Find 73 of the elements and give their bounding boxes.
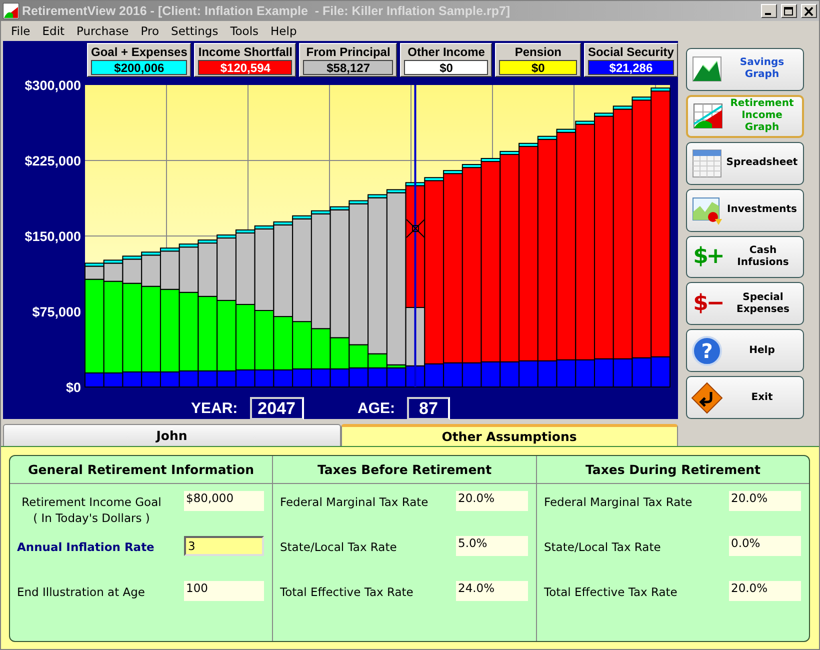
legend-label: Income Shortfall [198,45,292,59]
legend-value: $21,286 [588,60,674,75]
input-field[interactable]: $80,000 [184,491,264,511]
field-label: State/Local Tax Rate [544,539,662,554]
nav-button[interactable]: $− Special Expenses [686,282,804,326]
window-title: RetirementView 2016 - [Client: Inflation Example - File: Killer Inflation Sample.rp7] [22,4,512,18]
maximize-icon [784,6,794,16]
legend-label: Goal + Expenses [91,45,188,59]
legend-value: $0 [499,60,577,75]
menu-item[interactable]: Purchase [70,24,135,38]
menu-item[interactable]: Tools [224,24,265,38]
axis-label: $75,000 [32,304,81,320]
field-label: Total Effective Tax Rate [544,584,678,599]
nav-button[interactable]: Investments [686,188,804,232]
age-value: 87 [407,396,450,420]
input-field[interactable]: 100 [184,581,264,601]
dollar-sign-icon: $− [691,291,725,316]
close-icon [804,6,814,16]
section-heading: General Retirement Information [10,456,272,484]
legend-value: $200,006 [91,60,188,75]
exit-sign-icon [691,382,723,414]
minimize-button[interactable] [761,4,777,18]
field-label: Federal Marginal Tax Rate [280,494,430,509]
tab[interactable]: Other Assumptions [340,424,678,446]
field-note: ( In Today's Dollars ) [33,510,150,525]
axis-label: $0 [66,380,81,395]
field-label: Annual Inflation Rate [17,539,156,554]
input-field[interactable]: 20.0% [456,491,528,511]
input-field[interactable]: 0.0% [729,536,801,556]
axis-label: $225,000 [24,154,81,168]
maximize-button[interactable] [781,4,797,18]
axis-label: $150,000 [24,229,81,244]
legend-label: Other Income [408,45,485,59]
close-button[interactable] [801,4,817,18]
year-value: 2047 [250,396,304,420]
spreadsheet-icon [691,147,723,180]
year-label: YEAR: [191,400,238,416]
menu-item[interactable]: Settings [165,24,224,38]
tab[interactable]: John [3,424,340,446]
field-label: State/Local Tax Rate [280,539,398,554]
axis-label: $300,000 [24,78,81,93]
help-icon: ? [691,334,723,367]
legend-value: $120,594 [198,60,292,75]
input-field[interactable]: 20.0% [729,491,801,511]
field-label: Retirement Income Goal [22,494,162,509]
input-field[interactable]: 5.0% [456,536,528,556]
menu-item[interactable]: Edit [36,24,71,38]
input-field[interactable]: 20.0% [729,581,801,601]
minimize-icon [765,12,771,14]
app-icon [3,3,19,19]
nav-button[interactable]: Spreadsheet [686,142,804,185]
field-label: Federal Marginal Tax Rate [544,494,694,509]
legend-label: Social Security [588,45,674,59]
section-heading: Taxes Before Retirement [273,456,536,484]
input-field[interactable]: 24.0% [456,581,528,601]
field-label: End Illustration at Age [17,584,146,599]
section-heading: Taxes During Retirement [537,456,809,484]
menu-item[interactable]: Pro [134,24,166,38]
menu-item[interactable]: File [5,24,36,38]
input-field[interactable]: 3 [184,536,264,556]
menu-item[interactable]: Help [264,24,303,38]
nav-button[interactable]: Exit [686,376,804,420]
crosshair-icon [406,218,425,238]
dollar-sign-icon: $+ [691,244,725,270]
nav-button[interactable]: ? Help [686,329,804,372]
legend-value: $0 [404,60,488,75]
legend-value: $58,127 [303,60,394,75]
legend-label: From Principal [306,45,390,59]
nav-button[interactable]: $+ Cash Infusions [686,236,804,278]
legend-label: Pension [514,45,562,59]
nav-button[interactable]: Savings Graph [686,48,804,91]
field-label: Total Effective Tax Rate [280,584,414,599]
age-label: AGE: [358,400,395,416]
